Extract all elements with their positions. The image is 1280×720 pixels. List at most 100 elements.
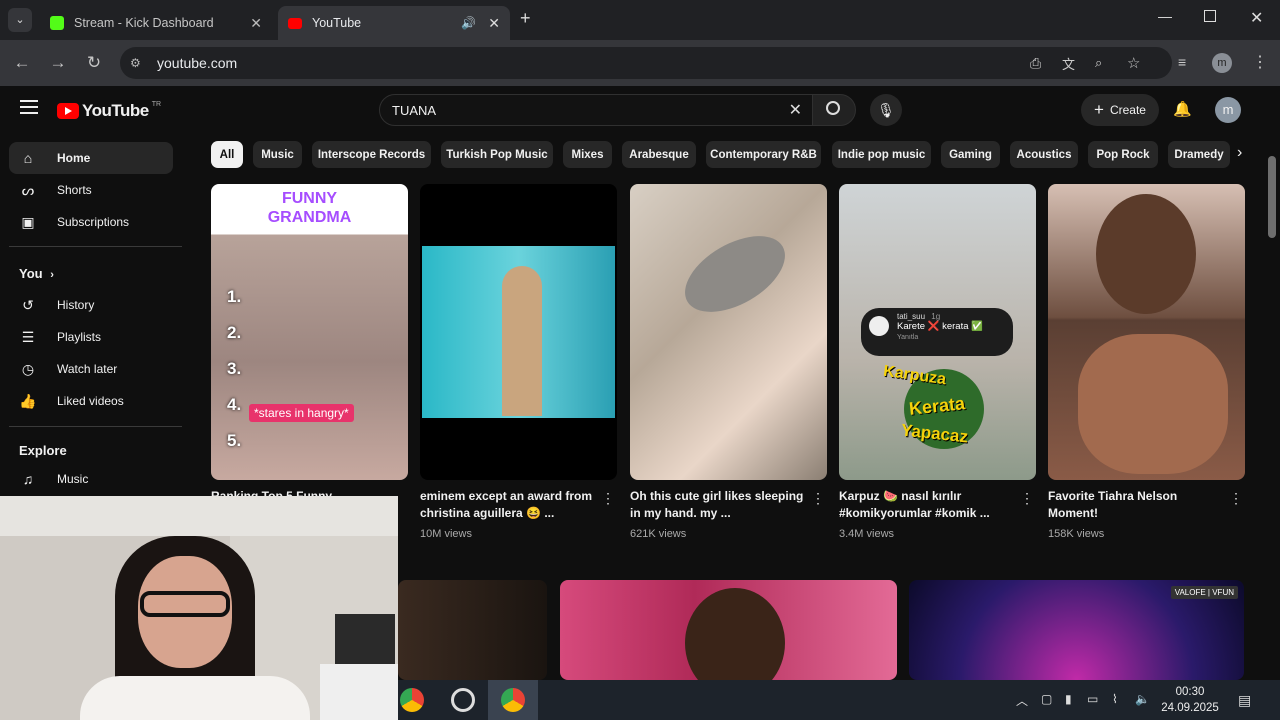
- browser-menu-icon[interactable]: ⋮: [1252, 52, 1268, 72]
- video-title[interactable]: Karpuz 🍉 nasıl kırılır #komikyorumlar #k…: [839, 488, 1036, 524]
- video-thumbnail[interactable]: [398, 580, 547, 680]
- home-icon: ⌂: [23, 150, 33, 166]
- webcam-person-shirt: [80, 676, 310, 720]
- page-scrollbar[interactable]: [1268, 156, 1276, 238]
- tray-chevron-icon[interactable]: ︿: [1016, 692, 1028, 709]
- chip-all[interactable]: All: [211, 141, 243, 168]
- hamburger-menu-icon[interactable]: [20, 100, 38, 114]
- thumb-figure: [502, 266, 542, 416]
- video-title[interactable]: Oh this cute girl likes sleeping in my h…: [630, 488, 827, 524]
- chrome-active-icon[interactable]: [488, 680, 538, 720]
- chip-arabesque[interactable]: Arabesque: [622, 141, 696, 168]
- translate-icon[interactable]: 文: [1062, 54, 1075, 73]
- install-app-icon[interactable]: ⎙: [1030, 55, 1041, 72]
- chip-pop-rock[interactable]: Pop Rock: [1088, 141, 1158, 168]
- reload-icon[interactable]: ↻: [83, 52, 105, 74]
- thumb-face: [1078, 334, 1228, 474]
- tab-search-button[interactable]: ⌄: [8, 8, 32, 32]
- search-button[interactable]: [812, 94, 856, 126]
- sidebar-item-music[interactable]: ♫ Music: [9, 463, 173, 495]
- tray-app-icon[interactable]: ▢: [1041, 692, 1052, 706]
- sidebar-item-subscriptions[interactable]: ▣ Subscriptions: [9, 206, 173, 238]
- back-arrow-icon[interactable]: ←: [11, 52, 33, 74]
- notification-icon[interactable]: ▤: [1238, 692, 1251, 709]
- site-settings-icon[interactable]: ⚙: [130, 56, 141, 70]
- sidebar-item-watch-later[interactable]: ◷ Watch later: [9, 353, 173, 385]
- tab-kick-dashboard[interactable]: Stream - Kick Dashboard ✕: [40, 6, 272, 40]
- tab-title: YouTube: [312, 16, 362, 30]
- video-title[interactable]: Favorite Tiahra Nelson Moment!: [1048, 488, 1245, 524]
- country-code: TR: [151, 100, 162, 108]
- clear-search-icon[interactable]: ✕: [789, 100, 802, 120]
- video-thumbnail[interactable]: VALOFE | VFUN: [909, 580, 1244, 680]
- wifi-icon[interactable]: ⌇: [1112, 692, 1118, 706]
- profile-avatar[interactable]: m: [1212, 53, 1232, 73]
- sidebar-item-liked-videos[interactable]: 👍 Liked videos: [9, 385, 173, 417]
- close-window-button[interactable]: ✕: [1250, 8, 1263, 28]
- chips-next-chevron-icon[interactable]: ›: [1237, 144, 1242, 162]
- notifications-bell-icon[interactable]: 🔔: [1173, 100, 1192, 118]
- sidebar-item-history[interactable]: ↺ History: [9, 289, 173, 321]
- battery-icon[interactable]: ▭: [1087, 692, 1098, 706]
- chip-mixes[interactable]: Mixes: [563, 141, 612, 168]
- video-thumbnail[interactable]: [630, 184, 827, 480]
- chip-indie-pop-music[interactable]: Indie pop music: [832, 141, 931, 168]
- more-options-icon[interactable]: ⋮: [601, 490, 615, 507]
- zoom-icon[interactable]: ⌕: [1095, 55, 1102, 71]
- clock-time: 00:30: [1175, 686, 1205, 698]
- create-button[interactable]: + Create: [1081, 94, 1159, 126]
- speaker-icon[interactable]: 🔊: [461, 16, 476, 30]
- restore-button[interactable]: [1204, 10, 1216, 22]
- sidebar-item-home[interactable]: ⌂ Home: [9, 142, 173, 174]
- tab-youtube[interactable]: YouTube 🔊 ✕: [278, 6, 510, 40]
- video-thumbnail[interactable]: FUNNY GRANDMA 1. 2. 3. 4. 5. *stares in hang…: [211, 184, 408, 480]
- video-card[interactable]: tati_suu 1g Karete ❌ kerata ✅ Yanıtla Ka…: [839, 184, 1036, 540]
- video-thumbnail[interactable]: [1048, 184, 1245, 480]
- comment-overlay: tati_suu 1g Karete ❌ kerata ✅ Yanıtla: [861, 308, 1013, 356]
- minimize-button[interactable]: —: [1158, 8, 1172, 24]
- video-thumbnail[interactable]: [560, 580, 897, 680]
- video-card[interactable]: Favorite Tiahra Nelson Moment! 158K view…: [1048, 184, 1245, 540]
- video-card[interactable]: FUNNY GRANDMA 1. 2. 3. 4. 5. *stares in hang…: [211, 184, 408, 524]
- video-card[interactable]: Oh this cute girl likes sleeping in my h…: [630, 184, 827, 540]
- video-thumbnail[interactable]: tati_suu 1g Karete ❌ kerata ✅ Yanıtla Ka…: [839, 184, 1036, 480]
- chip-dramedy[interactable]: Dramedy: [1168, 141, 1230, 168]
- kick-favicon-icon: [50, 16, 64, 30]
- close-tab-icon[interactable]: ✕: [250, 15, 262, 32]
- bookmark-star-icon[interactable]: ☆: [1127, 54, 1140, 72]
- clock[interactable]: 00:30 24.09.2025: [1160, 684, 1220, 716]
- chip-interscope-records[interactable]: Interscope Records: [312, 141, 431, 168]
- youtube-logo[interactable]: YouTube TR: [57, 101, 161, 121]
- account-avatar[interactable]: m: [1215, 97, 1241, 123]
- search-value: TUANA: [392, 102, 437, 118]
- sidebar-item-label: Subscriptions: [57, 215, 130, 229]
- sidebar-you-heading[interactable]: You ›: [19, 266, 54, 281]
- close-tab-icon[interactable]: ✕: [488, 15, 500, 32]
- chip-contemporary-rnb[interactable]: Contemporary R&B: [706, 141, 821, 168]
- video-card[interactable]: eminem except an award from christina ag…: [420, 184, 617, 540]
- chip-acoustics[interactable]: Acoustics: [1010, 141, 1078, 168]
- more-options-icon[interactable]: ⋮: [811, 490, 825, 507]
- chip-gaming[interactable]: Gaming: [941, 141, 1000, 168]
- search-input[interactable]: TUANA ✕: [379, 94, 813, 126]
- sidebar-item-shorts[interactable]: ᔕ Shorts: [9, 174, 173, 206]
- voice-search-button[interactable]: 🎙: [870, 94, 902, 126]
- tray-usb-icon[interactable]: ▮: [1065, 692, 1072, 706]
- more-options-icon[interactable]: ⋮: [1229, 490, 1243, 507]
- chip-music[interactable]: Music: [253, 141, 302, 168]
- sidebar-item-label: History: [57, 298, 95, 312]
- chrome-icon[interactable]: [400, 688, 424, 712]
- chevron-right-icon: ›: [50, 269, 54, 281]
- volume-icon[interactable]: 🔈: [1135, 692, 1150, 706]
- video-title[interactable]: eminem except an award from christina ag…: [420, 488, 617, 524]
- media-control-icon[interactable]: ≡: [1178, 54, 1186, 70]
- obs-icon[interactable]: [451, 688, 475, 712]
- new-tab-button[interactable]: +: [520, 8, 531, 29]
- more-options-icon[interactable]: ⋮: [1020, 490, 1034, 507]
- sidebar-item-playlists[interactable]: ☰ Playlists: [9, 321, 173, 353]
- forward-arrow-icon[interactable]: →: [47, 52, 69, 74]
- sidebar-item-label: Music: [57, 472, 89, 486]
- address-bar[interactable]: ⚙ youtube.com ⎙ 文 ⌕ ☆: [120, 47, 1172, 79]
- video-thumbnail[interactable]: [420, 184, 617, 480]
- chip-turkish-pop-music[interactable]: Turkish Pop Music: [441, 141, 553, 168]
